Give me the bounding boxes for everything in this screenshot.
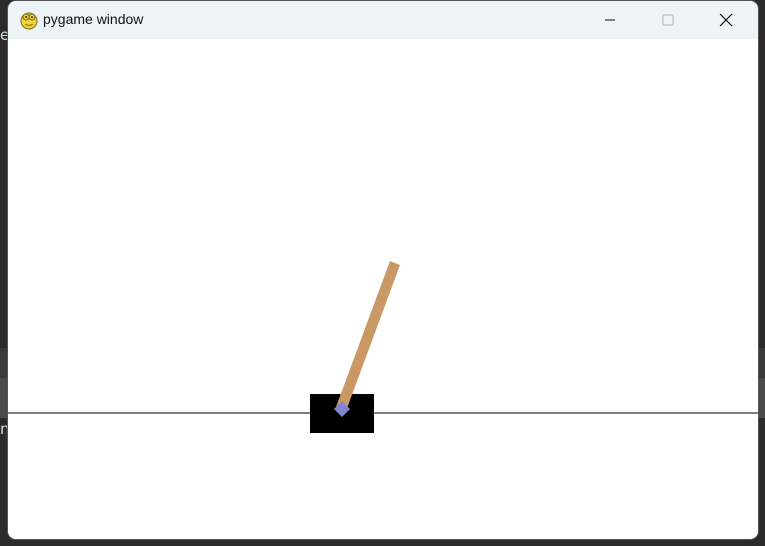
close-icon xyxy=(719,13,733,27)
minimize-button[interactable] xyxy=(582,1,638,39)
game-canvas[interactable] xyxy=(8,39,758,539)
pygame-window: pygame window xyxy=(8,1,758,539)
window-title: pygame window xyxy=(43,11,144,27)
close-button[interactable] xyxy=(698,1,754,39)
maximize-icon xyxy=(662,14,674,26)
pygame-snake-icon xyxy=(20,12,38,30)
title-bar[interactable]: pygame window xyxy=(8,1,758,39)
pole xyxy=(336,261,400,411)
minimize-icon xyxy=(605,19,615,21)
maximize-button[interactable] xyxy=(640,1,696,39)
